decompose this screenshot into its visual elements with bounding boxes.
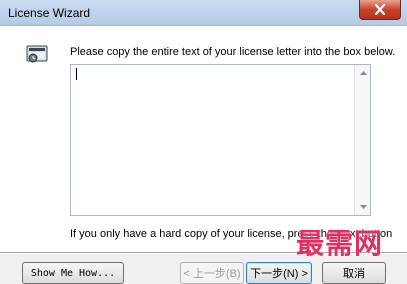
close-button[interactable] xyxy=(359,0,401,20)
scroll-down-arrow-icon[interactable] xyxy=(358,203,368,211)
window-title: License Wizard xyxy=(8,6,91,20)
license-wizard-icon xyxy=(26,45,48,63)
title-bar: License Wizard xyxy=(0,0,407,26)
back-button[interactable]: < 上一步(B) xyxy=(180,262,244,284)
instruction-text: Please copy the entire text of your lice… xyxy=(70,46,396,58)
site-watermark: 最需网 xyxy=(296,227,384,260)
text-caret xyxy=(76,68,77,80)
license-scrollbar[interactable] xyxy=(354,65,370,215)
cancel-button[interactable]: 取消 xyxy=(322,262,386,284)
scroll-up-arrow-icon[interactable] xyxy=(358,69,368,77)
show-me-how-button[interactable]: Show Me How... xyxy=(22,262,124,284)
license-text-input[interactable] xyxy=(70,64,371,216)
close-icon xyxy=(374,4,386,15)
next-button[interactable]: 下一步(N) > xyxy=(246,262,312,284)
